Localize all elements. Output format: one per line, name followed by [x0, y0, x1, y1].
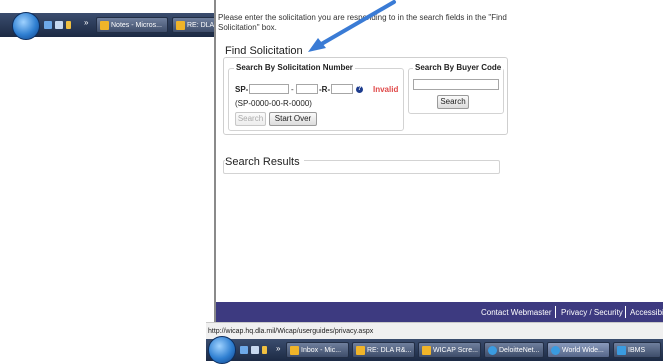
search-results-title: Search Results — [225, 156, 304, 168]
search-buyer-button[interactable]: Search — [437, 95, 469, 109]
accessibility-link[interactable]: Accessibility — [630, 308, 663, 317]
find-solicitation-title: Find Solicitation — [225, 45, 303, 57]
ie-icon — [551, 346, 560, 355]
format-hint: (SP-0000-00-R-0000) — [235, 99, 312, 108]
taskbar-item-wicap[interactable]: WICAP Scre... — [418, 342, 481, 358]
mail-icon — [176, 21, 185, 30]
footer-separator — [625, 306, 626, 318]
quicklaunch-app-icon[interactable] — [262, 346, 267, 354]
taskbar-item-world-wide[interactable]: World Wide... — [547, 342, 610, 358]
footer-separator — [555, 306, 556, 318]
mail-icon — [356, 346, 365, 355]
show-desktop-icon[interactable] — [44, 21, 52, 29]
search-by-number-group: Search By Solicitation Number SP- - -R- … — [228, 63, 404, 131]
privacy-security-link[interactable]: Privacy / Security — [561, 308, 623, 317]
start-button[interactable] — [208, 336, 236, 364]
contact-webmaster-link[interactable]: Contact Webmaster — [481, 308, 552, 317]
switch-windows-icon[interactable] — [251, 346, 259, 354]
find-solicitation-panel: Search By Solicitation Number SP- - -R- … — [223, 57, 508, 135]
document-icon — [422, 346, 431, 355]
taskbar-item-inbox[interactable]: Inbox - Mic... — [286, 342, 349, 358]
taskbar-item-re-dla[interactable]: RE: DLA R&... — [352, 342, 415, 358]
status-url: http://wicap.hq.dla.mil/Wicap/userguides… — [208, 328, 374, 335]
taskbar-item-notes[interactable]: Notes - Micros... — [96, 17, 168, 33]
taskbar-item-ibms[interactable]: IBMS — [613, 342, 661, 358]
ie-icon — [488, 346, 497, 355]
start-over-button[interactable]: Start Over — [269, 112, 317, 126]
r-separator-label: -R- — [319, 85, 331, 94]
quicklaunch-overflow-icon[interactable]: » — [84, 18, 88, 27]
notes-icon — [100, 21, 109, 30]
app-icon — [617, 346, 626, 355]
mail-icon — [290, 346, 299, 355]
taskbar-item-re-dla[interactable]: RE: DLA — [172, 17, 216, 33]
search-by-buyer-legend: Search By Buyer Code — [413, 63, 504, 72]
solicitation-part1-input[interactable] — [249, 84, 289, 94]
show-desktop-icon[interactable] — [240, 346, 248, 354]
browser-page: Please enter the solicitation you are re… — [216, 0, 663, 322]
search-by-number-legend: Search By Solicitation Number — [234, 63, 355, 72]
help-icon[interactable]: ? — [356, 86, 363, 93]
page-footer: Contact Webmaster Privacy / Security Acc… — [216, 302, 663, 322]
quicklaunch-overflow-icon[interactable]: » — [276, 344, 280, 353]
search-by-buyer-group: Search By Buyer Code Search — [408, 63, 504, 114]
taskbar-item-deloittenet[interactable]: DeloitteNet... — [484, 342, 544, 358]
quicklaunch-app-icon[interactable] — [66, 21, 71, 29]
sp-prefix-label: SP- — [235, 85, 249, 94]
taskbar-top: » Notes - Micros... RE: DLA — [0, 12, 216, 40]
invalid-message: Invalid — [373, 85, 399, 94]
start-button[interactable] — [12, 12, 40, 40]
solicitation-part3-input[interactable] — [331, 84, 353, 94]
taskbar-bottom: » Inbox - Mic... RE: DLA R&... WICAP Scr… — [206, 336, 663, 364]
solicitation-part2-input[interactable] — [296, 84, 318, 94]
status-bar: http://wicap.hq.dla.mil/Wicap/userguides… — [206, 322, 663, 339]
switch-windows-icon[interactable] — [55, 21, 63, 29]
search-number-button[interactable]: Search — [235, 112, 266, 126]
buyer-code-input[interactable] — [413, 79, 499, 90]
dash-separator: - — [291, 85, 294, 94]
